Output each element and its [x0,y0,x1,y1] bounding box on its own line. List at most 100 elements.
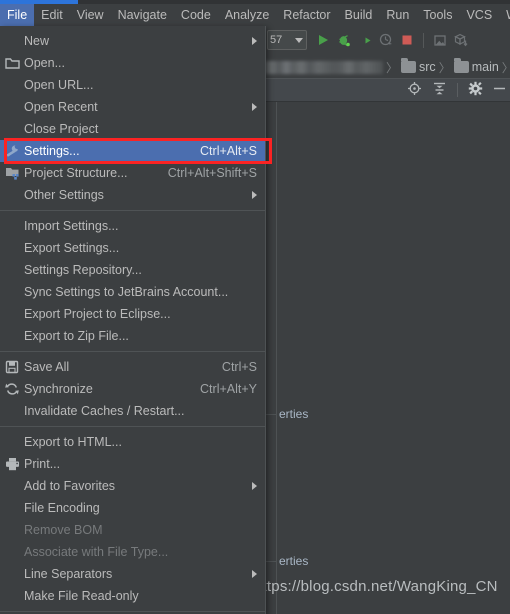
menubar-item-vcs[interactable]: VCS [459,4,499,26]
menu-item-label: Settings... [24,144,80,158]
breadcrumb-item-label: src [419,60,436,74]
menu-item-add-to-favorites[interactable]: Add to Favorites [0,475,265,497]
menu-item-project-structure[interactable]: Project Structure... Ctrl+Alt+Shift+S [0,162,265,184]
menubar-item-win[interactable]: Win [499,4,510,26]
menu-item-label: Open Recent [24,100,98,114]
menu-item-settings[interactable]: Settings... Ctrl+Alt+S [0,140,265,162]
menubar-item-run[interactable]: Run [379,4,416,26]
menu-item-open-url[interactable]: Open URL... [0,74,265,96]
menu-item-new[interactable]: New [0,30,265,52]
list-item[interactable]: erties [279,407,308,421]
chevron-right-icon [252,570,257,578]
hide-icon[interactable] [493,81,506,99]
run-with-coverage-icon[interactable] [357,32,373,48]
breadcrumb-item-main[interactable]: main [453,58,499,74]
menu-item-other-settings[interactable]: Other Settings [0,184,265,206]
menu-item-settings-repository[interactable]: Settings Repository... [0,259,265,281]
menu-item-close-project[interactable]: Close Project [0,118,265,140]
menu-item-file-encoding[interactable]: File Encoding [0,497,265,519]
menu-separator [0,426,265,427]
list-item[interactable]: erties [279,554,308,568]
menubar-item-refactor[interactable]: Refactor [276,4,337,26]
menu-item-print[interactable]: Print... [0,453,265,475]
menu-item-icon-empty [0,96,24,118]
menu-item-sync-settings-to-jetbrains-account[interactable]: Sync Settings to JetBrains Account... [0,281,265,303]
run-configuration-selector[interactable]: 57 [267,30,307,50]
menu-item-icon-empty [0,259,24,281]
debug-icon[interactable] [336,32,352,48]
menu-item-shortcut: Ctrl+Alt+Y [200,382,257,396]
menubar-item-label: Navigate [117,8,167,22]
menu-item-export-to-zip-file[interactable]: Export to Zip File... [0,325,265,347]
menu-item-export-to-html[interactable]: Export to HTML... [0,431,265,453]
menu-item-make-file-read-only[interactable]: Make File Read-only [0,585,265,607]
menu-item-label: File Encoding [24,501,100,515]
run-icon[interactable] [315,32,331,48]
main-menu-bar: File Edit View Navigate Code Analyze Refactor B… [0,4,510,26]
menu-item-shortcut: Ctrl+Alt+Shift+S [167,166,257,180]
menubar-item-navigate[interactable]: Navigate [111,4,174,26]
menubar-item-file[interactable]: File [0,4,35,26]
menu-item-label: Sync Settings to JetBrains Account... [24,285,229,299]
menu-item-label: Open... [24,56,65,70]
breadcrumb-separator: 〉 [438,60,451,75]
breadcrumb-item-label: main [471,60,499,74]
locate-icon[interactable] [407,81,422,99]
run-toolbar-icons [315,32,469,48]
menu-item-label: Import Settings... [24,219,119,233]
menu-item-label: Close Project [24,122,99,136]
collapse-all-icon[interactable] [432,81,447,99]
breadcrumb-item-project[interactable] [265,60,383,74]
breadcrumb-separator: 〉 [386,60,399,75]
commit-icon [453,32,469,48]
menu-item-label: Export Project to Eclipse... [24,307,171,321]
tree-indent-guide [276,102,277,614]
menu-item-open[interactable]: Open... [0,52,265,74]
menu-item-icon-empty [0,184,24,206]
menu-item-shortcut: Ctrl+Alt+S [200,144,257,158]
menu-item-icon-empty [0,431,24,453]
menu-item-icon-empty [0,475,24,497]
menu-item-export-project-to-eclipse[interactable]: Export Project to Eclipse... [0,303,265,325]
run-configuration-label: 57 [270,34,283,46]
menu-item-line-separators[interactable]: Line Separators [0,563,265,585]
menu-item-label: Line Separators [24,567,113,581]
menu-item-icon-empty [0,30,24,52]
menu-item-shortcut: Ctrl+S [221,360,257,374]
menubar-item-analyze[interactable]: Analyze [218,4,276,26]
menubar-item-label: Refactor [283,8,331,22]
folder-icon [0,52,24,74]
update-project-icon [432,32,448,48]
menubar-item-tools[interactable]: Tools [416,4,459,26]
menubar-item-build[interactable]: Build [338,4,380,26]
menu-item-icon-empty [0,563,24,585]
chevron-right-icon [252,37,257,45]
menubar-item-label: Run [386,8,410,22]
menu-item-export-settings[interactable]: Export Settings... [0,237,265,259]
print-icon [0,453,24,475]
toolbar-separator [423,32,424,48]
stop-icon[interactable] [399,32,415,48]
menu-item-label: Associate with File Type... [24,545,169,559]
menu-item-import-settings[interactable]: Import Settings... [0,215,265,237]
project-structure-icon [0,162,24,184]
menubar-item-view[interactable]: View [70,4,111,26]
menu-item-label: Synchronize [24,382,93,396]
menubar-item-label: Build [344,8,373,22]
menu-separator [0,210,265,211]
menu-item-open-recent[interactable]: Open Recent [0,96,265,118]
file-menu-popup: New Open... Open URL... Open Recent Close Pr… [0,26,266,614]
breadcrumb-item-src[interactable]: src [401,58,436,74]
menu-item-invalidate-caches-restart[interactable]: Invalidate Caches / Restart... [0,400,265,422]
profiler-icon [378,32,394,48]
chevron-right-icon [252,482,257,490]
menu-item-synchronize[interactable]: Synchronize Ctrl+Alt+Y [0,378,265,400]
menu-item-save-all[interactable]: Save All Ctrl+S [0,356,265,378]
menubar-item-code[interactable]: Code [174,4,218,26]
menu-item-associate-with-file-type: Associate with File Type... [0,541,265,563]
menubar-item-label: Code [180,8,211,22]
menubar-item-edit[interactable]: Edit [34,4,70,26]
menu-separator [0,611,265,612]
gear-icon[interactable] [468,81,483,99]
menu-item-label: Invalidate Caches / Restart... [24,404,185,418]
